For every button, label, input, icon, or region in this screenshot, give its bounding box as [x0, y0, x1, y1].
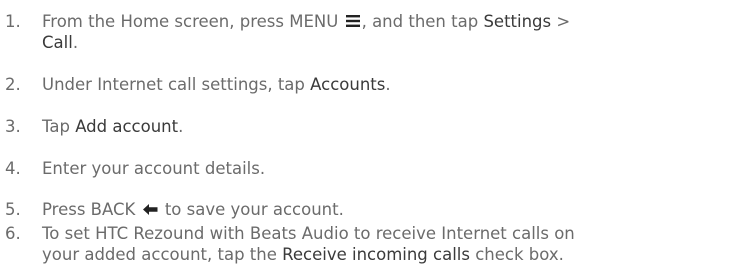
menu-icon: [344, 13, 361, 29]
steps-list: 1. From the Home screen, press MENU , an…: [0, 0, 742, 269]
step-5-text-start: Press BACK: [42, 200, 136, 219]
step-text: To set HTC Rezound with Beats Audio to r…: [42, 223, 575, 265]
step-text: Under Internet call settings, tap Accoun…: [42, 74, 391, 95]
period: .: [385, 75, 391, 94]
step-6-line-1: To set HTC Rezound with Beats Audio to r…: [42, 224, 575, 243]
step-1-text-mid: , and then tap: [361, 12, 479, 31]
step-2-text: Under Internet call settings, tap: [42, 75, 305, 94]
add-account-term: Add account: [75, 117, 179, 136]
step-number: 5.: [5, 200, 21, 219]
step-6-line-2-start: your added account, tap the: [42, 245, 277, 264]
step-number: 1.: [5, 12, 21, 31]
step-text: Enter your account details.: [42, 158, 265, 179]
step-number: 6.: [5, 224, 21, 243]
step-5-text-end: to save your account.: [164, 200, 344, 219]
step-3-text: Tap: [42, 117, 70, 136]
settings-term: Settings: [483, 12, 552, 31]
step-1-text-start: From the Home screen, press MENU: [42, 12, 339, 31]
call-term: Call: [42, 33, 73, 52]
receive-incoming-calls-term: Receive incoming calls: [282, 245, 470, 264]
period: .: [178, 117, 184, 136]
step-text: From the Home screen, press MENU , and t…: [42, 11, 570, 53]
step-4-text: Enter your account details.: [42, 159, 266, 178]
step-number: 2.: [5, 75, 21, 94]
period: .: [72, 33, 79, 52]
accounts-term: Accounts: [310, 75, 386, 94]
step-6-line-2-end: check box.: [475, 245, 564, 264]
step-number: 4.: [5, 159, 21, 178]
step-text: Press BACK to save your account.: [42, 199, 344, 220]
step-text: Tap Add account.: [42, 116, 183, 137]
menu-separator: >: [556, 12, 571, 31]
back-arrow-icon: [142, 202, 159, 217]
step-number: 3.: [5, 117, 21, 136]
